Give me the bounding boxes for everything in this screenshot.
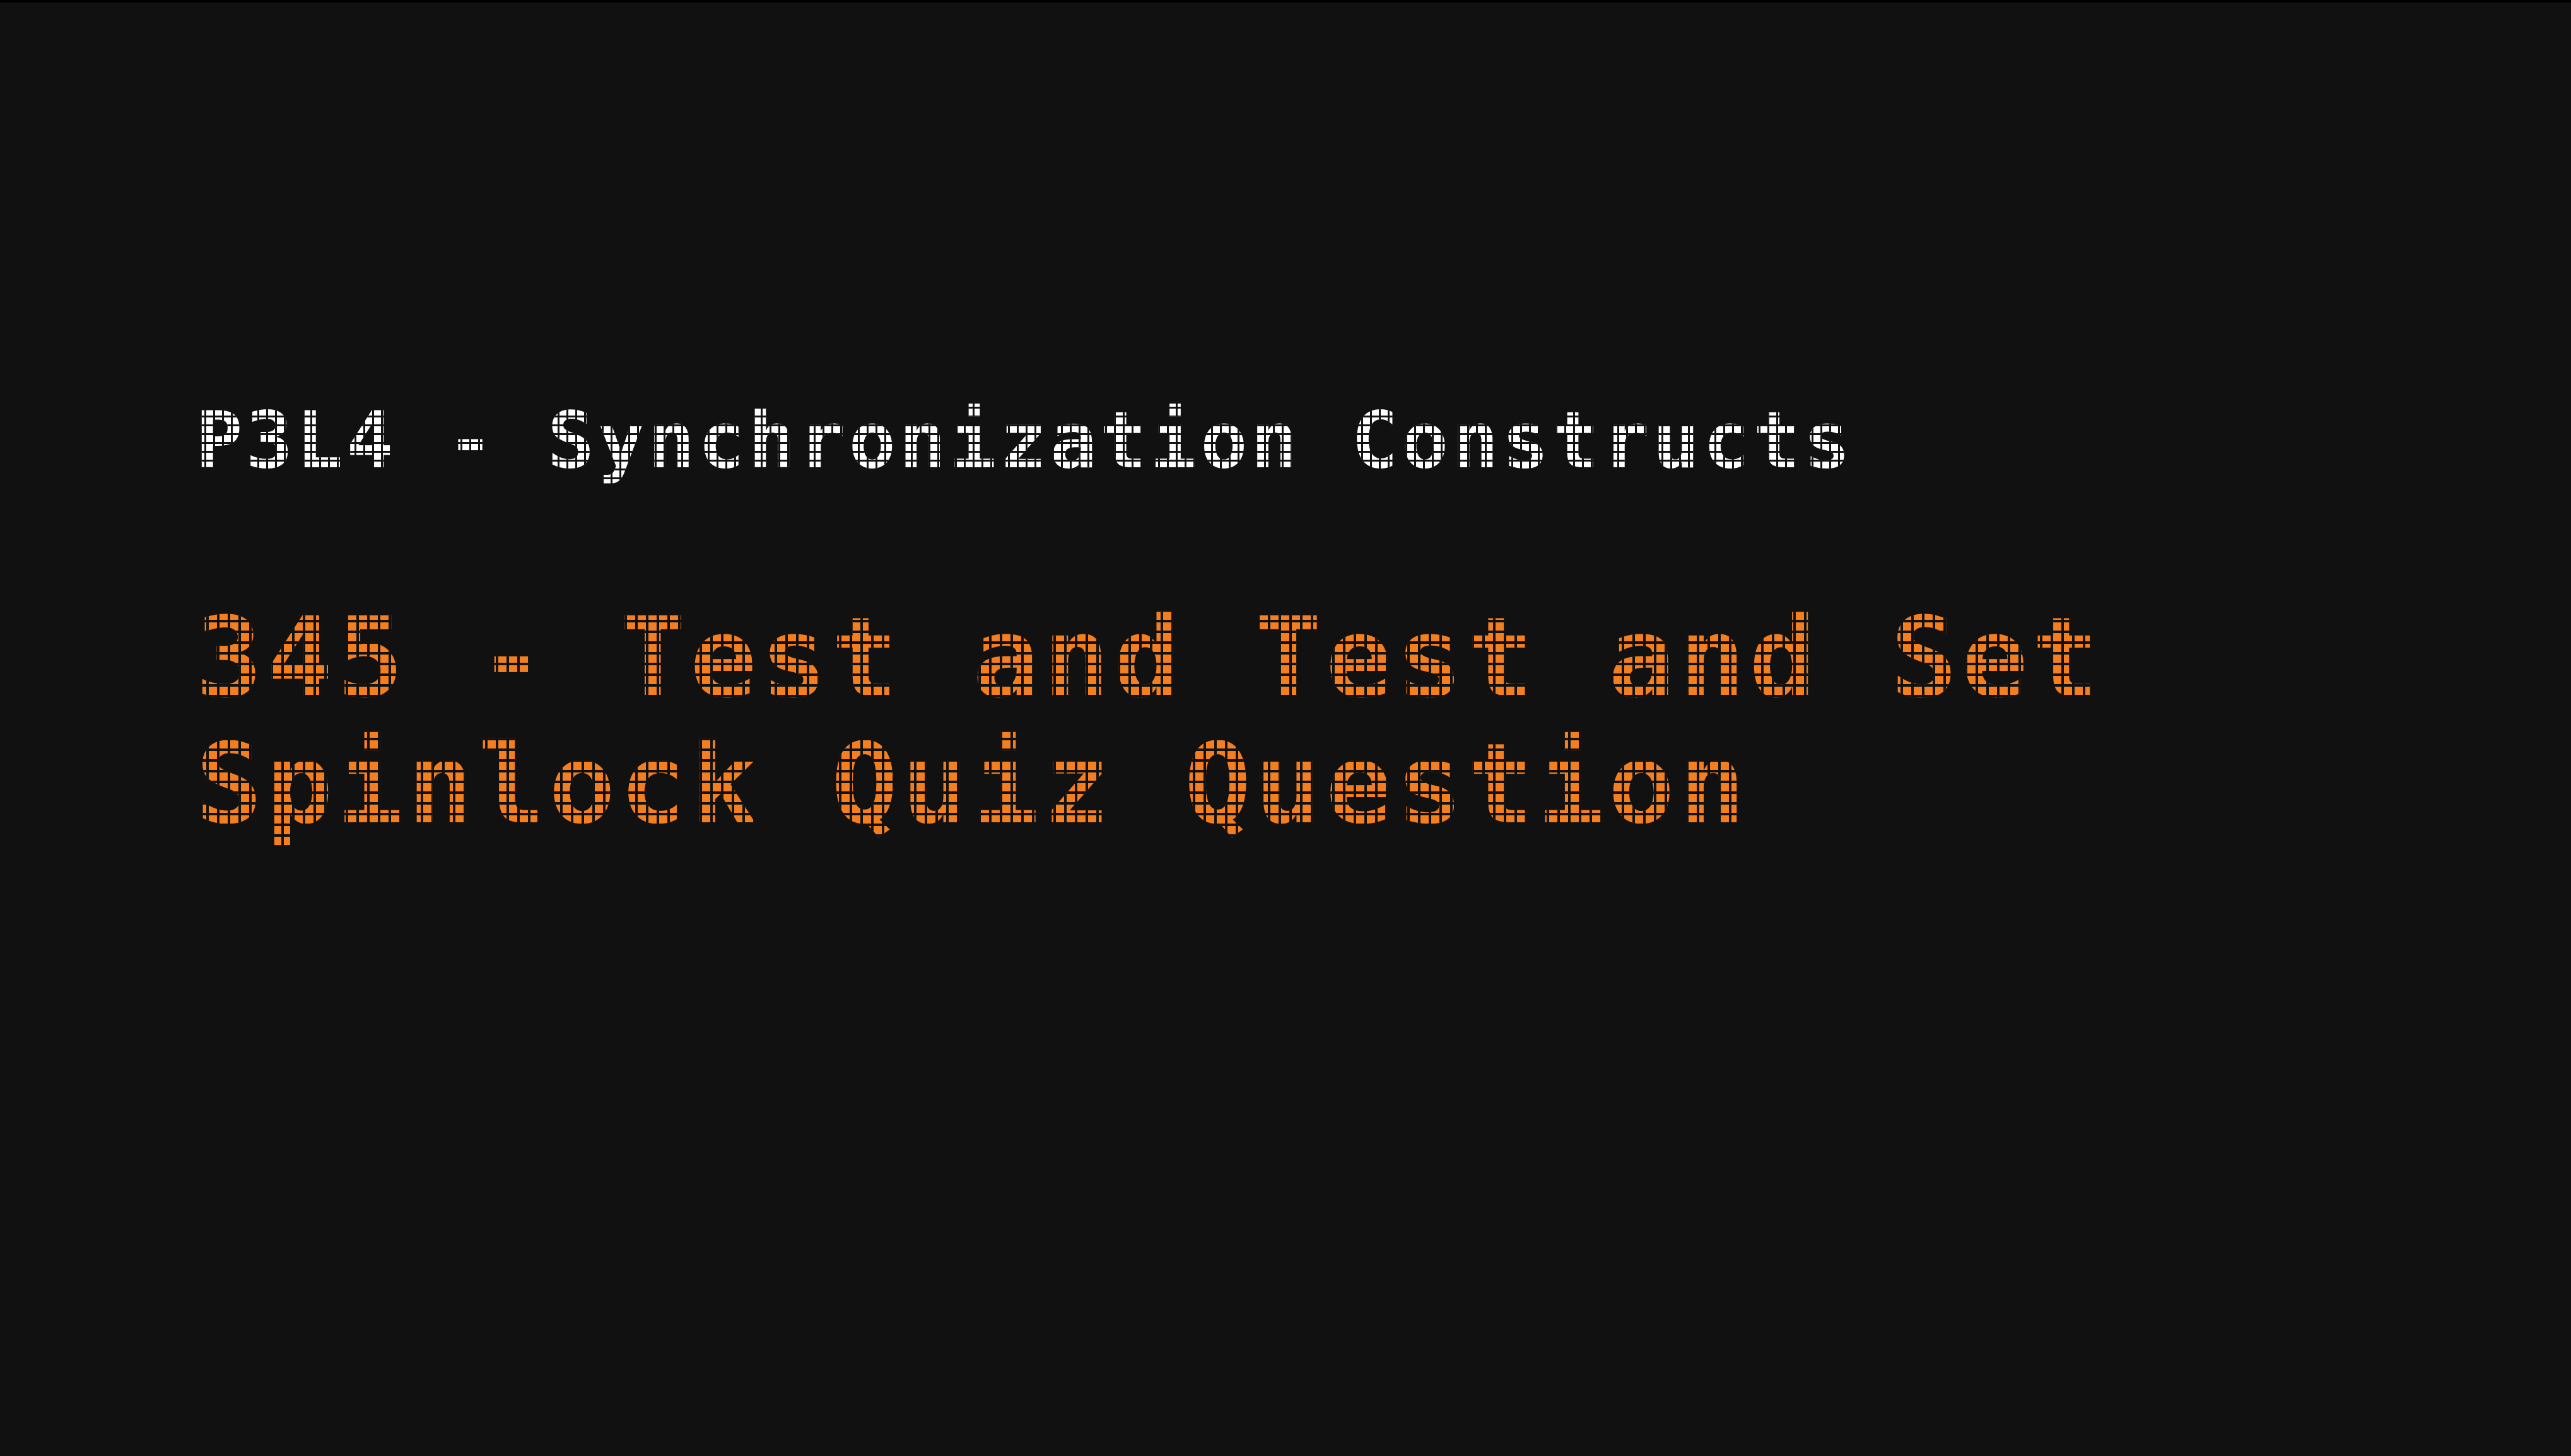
course-title: P3L4 - Synchronization Constructs xyxy=(196,393,1854,488)
lesson-title-line-1: 345 - Test and Test and Set xyxy=(196,593,2102,723)
lesson-title: 345 - Test and Test and Set Spinlock Qui… xyxy=(196,595,2102,847)
lesson-title-line-2: Spinlock Quiz Question xyxy=(196,719,1750,849)
title-slide: P3L4 - Synchronization Constructs 345 - … xyxy=(0,0,2571,1456)
